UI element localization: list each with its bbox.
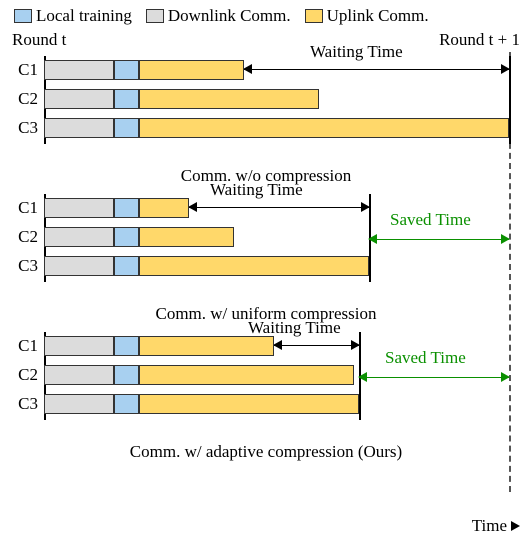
seg-local (114, 198, 139, 218)
time-axis-label: Time (472, 516, 507, 536)
swatch-downlink-icon (146, 9, 164, 23)
seg-local (114, 365, 139, 385)
round-t1-label: Round t + 1 (439, 30, 520, 50)
seg-local (114, 336, 139, 356)
seg-downlink (44, 365, 114, 385)
seg-uplink (139, 336, 274, 356)
seg-uplink (139, 198, 189, 218)
bar-c1 (44, 196, 522, 220)
round-labels: Round t Round t + 1 (12, 30, 520, 50)
client-label: C3 (10, 256, 38, 276)
arrow-right-icon (511, 521, 520, 531)
seg-downlink (44, 336, 114, 356)
legend-item-downlink: Downlink Comm. (146, 6, 291, 26)
bar-c3 (44, 116, 522, 140)
seg-downlink (44, 394, 114, 414)
seg-downlink (44, 227, 114, 247)
seg-local (114, 60, 139, 80)
panel2-row-c3: C3 (10, 252, 522, 279)
panel-no-compression: Waiting Time C1 C2 (10, 52, 522, 160)
seg-local (114, 118, 139, 138)
bar-c2 (44, 225, 522, 249)
seg-downlink (44, 256, 114, 276)
client-label: C2 (10, 227, 38, 247)
panel3-caption: Comm. w/ adaptive compression (Ours) (10, 442, 522, 462)
client-label: C3 (10, 118, 38, 138)
seg-uplink (139, 60, 244, 80)
swatch-local-icon (14, 9, 32, 23)
legend-item-local: Local training (14, 6, 132, 26)
seg-uplink (139, 394, 359, 414)
panel1-row-c3: C3 (10, 114, 522, 141)
round-t-label: Round t (12, 30, 66, 50)
seg-uplink (139, 256, 369, 276)
panel2-row-c2: C2 (10, 223, 522, 250)
panel-uniform-compression: Waiting Time Saved Time C1 C2 (10, 190, 522, 298)
panel1-row-c2: C2 (10, 85, 522, 112)
legend-item-uplink: Uplink Comm. (305, 6, 429, 26)
bar-c3 (44, 392, 522, 416)
seg-uplink (139, 365, 354, 385)
panel3-row-c1: C1 (10, 332, 522, 359)
panel3-row-c2: C2 (10, 361, 522, 388)
seg-downlink (44, 60, 114, 80)
seg-downlink (44, 198, 114, 218)
panel-adaptive-compression: Waiting Time Saved Time C1 C2 (10, 328, 522, 436)
legend-label-downlink: Downlink Comm. (168, 6, 291, 26)
bar-c2 (44, 87, 522, 111)
seg-uplink (139, 118, 509, 138)
seg-local (114, 394, 139, 414)
swatch-uplink-icon (305, 9, 323, 23)
chart-area: Waiting Time C1 C2 (10, 52, 522, 462)
bar-c1 (44, 334, 522, 358)
client-label: C2 (10, 89, 38, 109)
bar-c2 (44, 363, 522, 387)
seg-downlink (44, 89, 114, 109)
bar-c3 (44, 254, 522, 278)
seg-uplink (139, 227, 234, 247)
legend: Local training Downlink Comm. Uplink Com… (14, 6, 532, 26)
client-label: C2 (10, 365, 38, 385)
panel2-row-c1: C1 (10, 194, 522, 221)
seg-uplink (139, 89, 319, 109)
seg-downlink (44, 118, 114, 138)
legend-label-uplink: Uplink Comm. (327, 6, 429, 26)
seg-local (114, 256, 139, 276)
client-label: C3 (10, 394, 38, 414)
time-axis: Time (472, 516, 520, 536)
seg-local (114, 89, 139, 109)
panel3-row-c3: C3 (10, 390, 522, 417)
client-label: C1 (10, 60, 38, 80)
client-label: C1 (10, 198, 38, 218)
client-label: C1 (10, 336, 38, 356)
panel1-row-c1: C1 (10, 56, 522, 83)
legend-label-local: Local training (36, 6, 132, 26)
seg-local (114, 227, 139, 247)
bar-c1 (44, 58, 522, 82)
